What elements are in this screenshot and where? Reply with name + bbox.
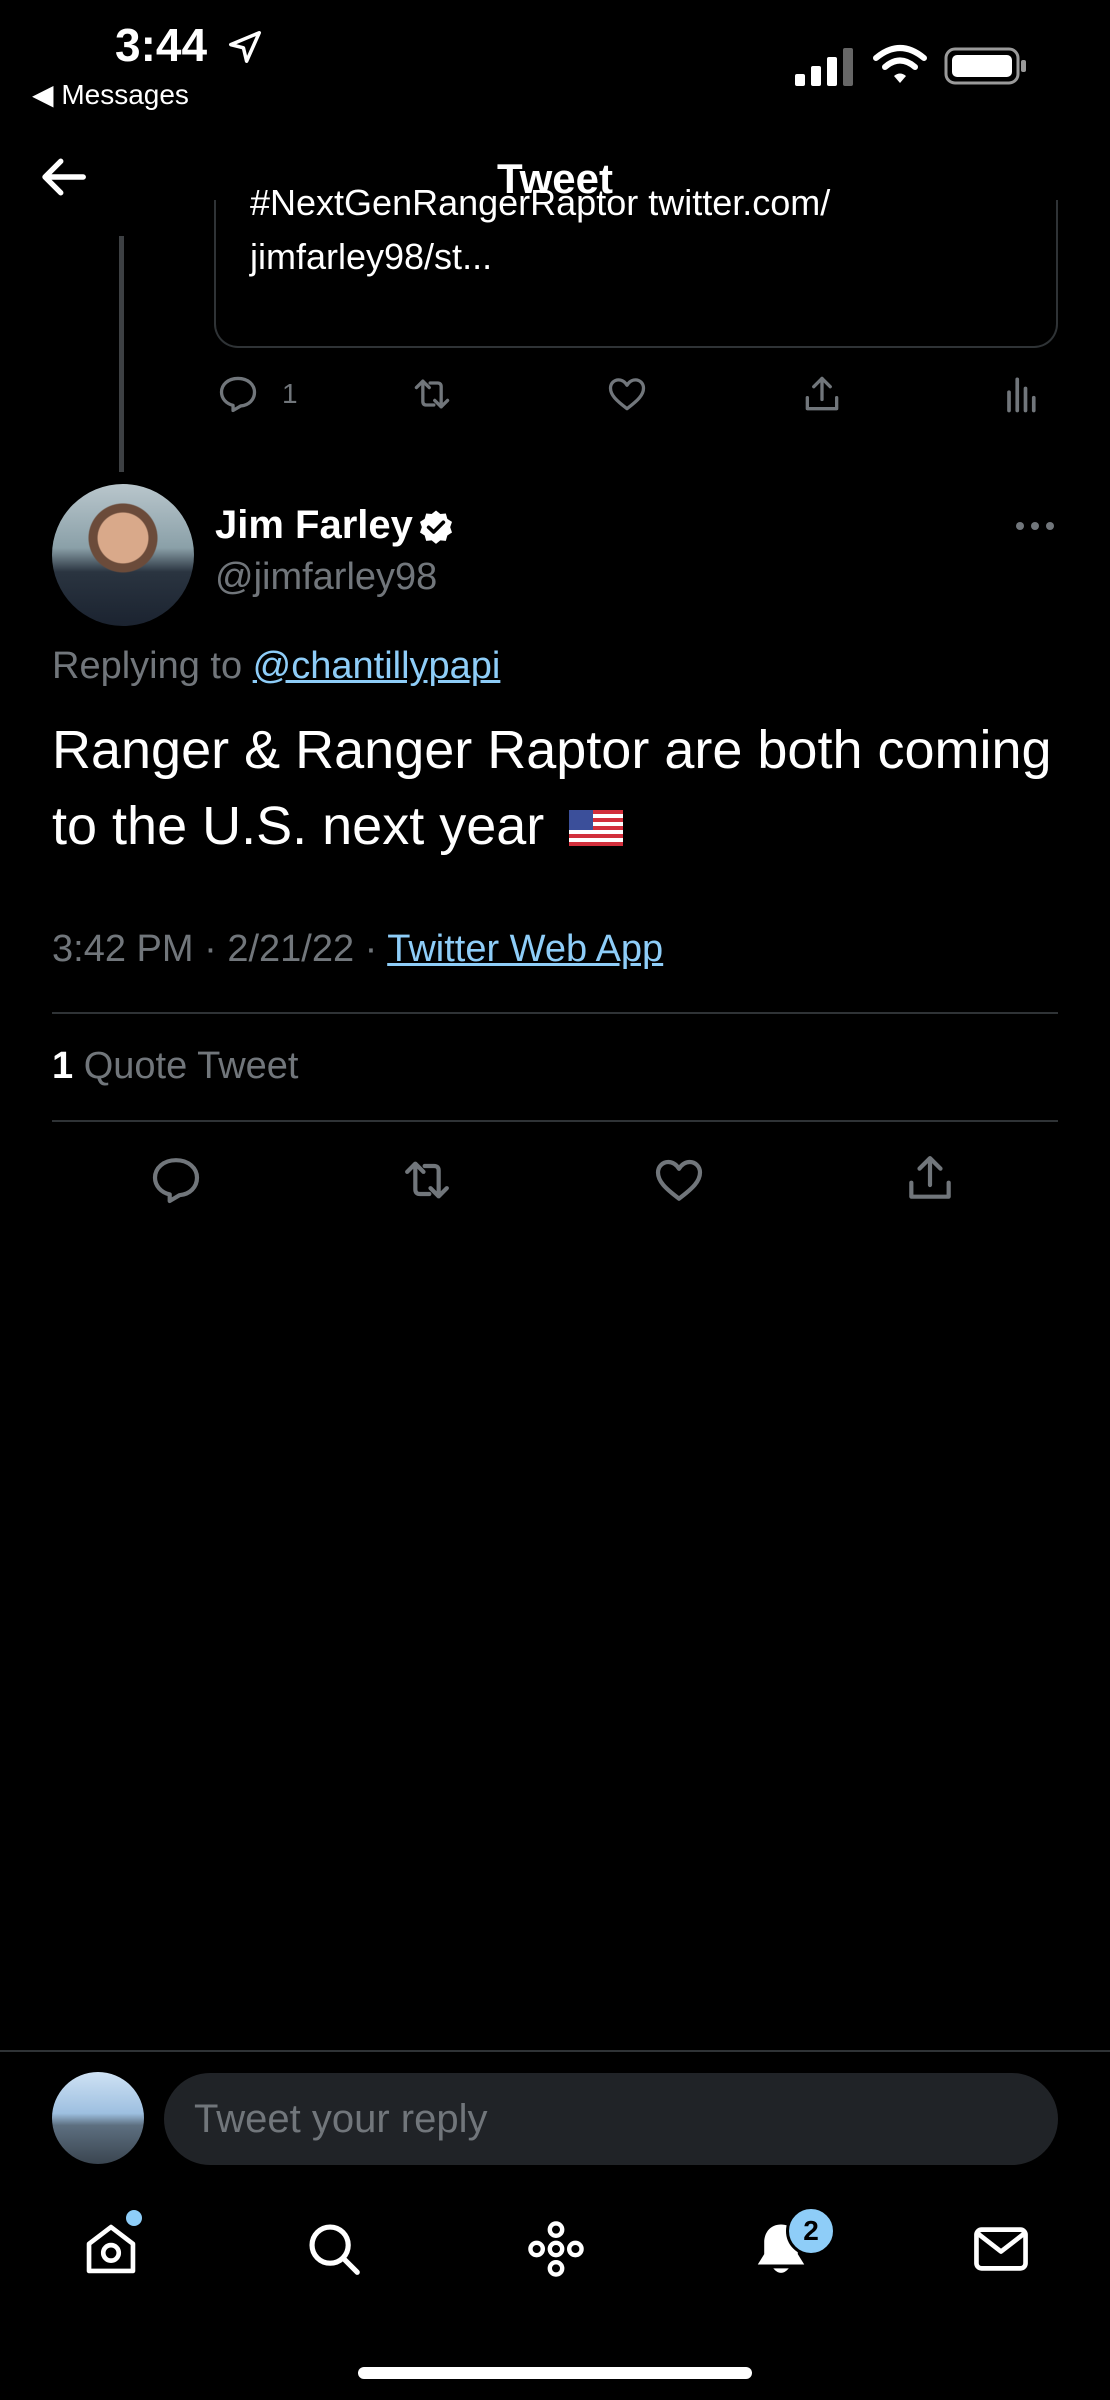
tweet-time: 3:42 PM — [52, 928, 194, 970]
author-name[interactable]: Jim Farley — [215, 503, 413, 548]
quoted-card-line1: #NextGenRangerRaptor twitter.com/ — [250, 182, 831, 223]
tweet-meta: 3:42 PM · 2/21/22 · Twitter Web App — [52, 928, 663, 971]
meta-separator: · — [204, 928, 228, 970]
more-icon[interactable] — [1013, 510, 1057, 542]
back-to-messages-link[interactable]: ◀ Messages — [32, 78, 189, 111]
replying-to-line: Replying to @chantillypapi — [52, 645, 500, 688]
quoted-card-line2: jimfarley98/st... — [250, 236, 493, 277]
reply-icon[interactable] — [148, 1152, 204, 1208]
spaces-icon[interactable] — [525, 2218, 587, 2280]
signal-icon — [795, 48, 853, 86]
quote-count: 1 — [52, 1045, 74, 1087]
author-avatar[interactable] — [52, 484, 194, 626]
tweet-source-link[interactable]: Twitter Web App — [387, 928, 663, 970]
search-icon[interactable] — [303, 2218, 365, 2280]
retweet-icon[interactable] — [399, 1152, 455, 1208]
reply-input[interactable] — [164, 2073, 1058, 2165]
mention-link[interactable]: @chantillypapi — [253, 645, 501, 687]
us-flag-icon — [569, 810, 624, 846]
share-icon[interactable] — [902, 1150, 958, 1206]
replying-prefix: Replying to — [52, 645, 253, 687]
quote-label: Quote Tweet — [73, 1045, 299, 1087]
analytics-icon[interactable] — [998, 372, 1042, 416]
meta-separator: · — [364, 928, 388, 970]
tweet-text: Ranger & Ranger Raptor are both coming t… — [52, 720, 1052, 856]
like-icon[interactable] — [605, 372, 649, 416]
mail-icon[interactable] — [970, 2218, 1032, 2280]
author-handle[interactable]: @jimfarley98 — [215, 556, 437, 599]
location-arrow-icon — [229, 31, 261, 63]
retweet-icon[interactable] — [410, 372, 454, 416]
home-icon[interactable] — [80, 2218, 142, 2280]
reply-bar-divider — [0, 2050, 1110, 2052]
tweet-date: 2/21/22 — [227, 928, 355, 970]
tweet-text-container: Ranger & Ranger Raptor are both coming t… — [52, 712, 1062, 864]
wifi-icon — [873, 45, 927, 83]
divider — [52, 1120, 1058, 1122]
share-icon[interactable] — [800, 372, 844, 416]
reply-count: 1 — [282, 378, 298, 409]
quote-tweets-link[interactable]: 1 Quote Tweet — [52, 1045, 298, 1088]
thread-line — [119, 236, 124, 472]
battery-icon — [944, 47, 1026, 85]
reply-icon[interactable] — [216, 372, 260, 416]
status-time: 3:44 — [115, 19, 208, 71]
user-avatar[interactable] — [52, 2072, 144, 2164]
divider — [52, 1012, 1058, 1014]
verified-icon — [420, 510, 452, 544]
home-indicator — [358, 2367, 752, 2379]
home-unread-dot — [126, 2210, 142, 2226]
notifications-badge: 2 — [786, 2206, 836, 2256]
like-icon[interactable] — [651, 1152, 707, 1208]
